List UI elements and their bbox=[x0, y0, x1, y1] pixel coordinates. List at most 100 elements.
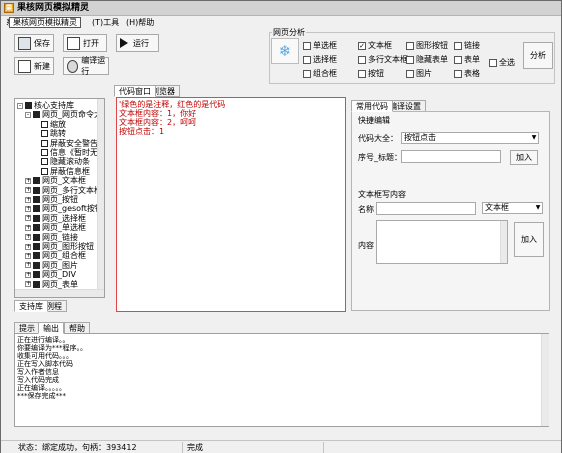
collapse-icon[interactable]: - bbox=[17, 102, 23, 109]
checkbox-box[interactable] bbox=[454, 56, 462, 64]
support-library-tree[interactable]: - 核心支持库 - 网页_网页命令大全 缩放 跳转 屏蔽安全警告 信息《暂时无用 隐藏滚动条 屏蔽… bbox=[14, 98, 105, 298]
tree-item[interactable]: + 网页_选择框 bbox=[25, 214, 86, 223]
menu-popup-title[interactable]: 果核网页模拟精灵 bbox=[9, 17, 81, 28]
tree-item[interactable]: 跳转 bbox=[33, 129, 66, 138]
menu-help[interactable]: (H)帮助 bbox=[123, 17, 157, 28]
tree-item-label: 核心支持库 bbox=[34, 101, 74, 110]
checkbox-box[interactable] bbox=[406, 56, 414, 64]
index-title-input[interactable] bbox=[401, 150, 501, 163]
checkbox-select[interactable]: 选择框 bbox=[303, 55, 337, 65]
node-icon bbox=[41, 130, 48, 138]
content-scrollbar[interactable] bbox=[500, 221, 507, 263]
tree-item-label: 网页_选择框 bbox=[42, 213, 86, 223]
add-button[interactable]: 加入 bbox=[510, 150, 538, 165]
tab-output[interactable]: 输出 bbox=[38, 322, 64, 334]
expand-icon[interactable]: + bbox=[25, 187, 31, 194]
expand-icon[interactable]: + bbox=[25, 252, 31, 259]
run-button[interactable]: 运行 bbox=[116, 34, 159, 52]
tree-item[interactable]: + 网页_多行文本框 bbox=[25, 186, 102, 195]
tree-item[interactable]: + 网页_图形按钮 bbox=[25, 242, 94, 251]
tree-vertical-scrollbar[interactable] bbox=[97, 99, 104, 289]
tree-item[interactable]: + 网页_表单 bbox=[25, 280, 78, 289]
capture-button[interactable]: ❄ bbox=[271, 38, 299, 64]
tree-item[interactable]: 缩放 bbox=[33, 120, 66, 129]
expand-icon[interactable]: + bbox=[25, 262, 31, 269]
checkbox-box[interactable] bbox=[358, 70, 366, 78]
tree-item[interactable]: + 网页_单选框 bbox=[25, 223, 86, 232]
run-label: 运行 bbox=[133, 38, 149, 48]
compile-run-button[interactable]: 编译运行 bbox=[63, 56, 109, 76]
checkbox-box[interactable]: ✓ bbox=[358, 42, 366, 50]
expand-icon[interactable]: + bbox=[25, 196, 31, 203]
tree-item[interactable]: + 网页_链接 bbox=[25, 233, 78, 242]
checkbox-image[interactable]: 图片 bbox=[406, 69, 432, 79]
checkbox-combo[interactable]: 组合框 bbox=[303, 69, 337, 79]
checkbox-radio[interactable]: 单选框 bbox=[303, 41, 337, 51]
save-button[interactable]: 保存 bbox=[14, 34, 54, 52]
chevron-down-icon: ▼ bbox=[535, 204, 541, 211]
checkbox-box[interactable] bbox=[454, 42, 462, 50]
checkbox-select-all[interactable]: 全选 bbox=[489, 58, 515, 68]
code-editor[interactable]: '绿色的是注释，红色的是代码 文本框内容：1，你好 文本框内容：2，呵呵 按钮点… bbox=[116, 97, 346, 312]
checkbox-image-button[interactable]: 图形按钮 bbox=[406, 41, 448, 51]
checkbox-button[interactable]: 按钮 bbox=[358, 69, 384, 79]
tree-item[interactable]: + 网页_按钮 bbox=[25, 195, 78, 204]
tree-item[interactable]: + 网页_文本框 bbox=[25, 176, 86, 185]
checkbox-box[interactable] bbox=[406, 70, 414, 78]
checkbox-form[interactable]: 表单 bbox=[454, 55, 480, 65]
node-icon bbox=[33, 261, 40, 269]
tree-item[interactable]: + 网页_图片 bbox=[25, 261, 78, 270]
new-button[interactable]: 新建 bbox=[14, 57, 54, 75]
checkbox-box[interactable] bbox=[303, 42, 311, 50]
tree-horizontal-scrollbar[interactable] bbox=[15, 289, 104, 297]
tab-support-library[interactable]: 支持库 bbox=[14, 300, 48, 312]
output-log[interactable]: 正在进行编译。。 你要编译为***程序。。 收集可用代码。。。 正在写入脚本代码… bbox=[14, 333, 549, 427]
tree-item[interactable]: + 网页_组合框 bbox=[25, 251, 86, 260]
output-line: 你要编译为***程序。。 bbox=[17, 344, 87, 352]
collapse-icon[interactable]: - bbox=[25, 111, 31, 118]
checkbox-multiline[interactable]: 多行文本框 bbox=[358, 55, 408, 65]
expand-icon[interactable]: + bbox=[25, 205, 31, 212]
tree-item[interactable]: 屏蔽信息框 bbox=[33, 167, 90, 176]
expand-icon[interactable]: + bbox=[25, 177, 31, 184]
checkbox-box[interactable] bbox=[358, 56, 366, 64]
tree-item-label: 网页_DIV bbox=[42, 270, 76, 280]
compile-icon bbox=[67, 59, 79, 73]
checkbox-box[interactable] bbox=[303, 70, 311, 78]
element-type-select[interactable]: 文本框 ▼ bbox=[482, 202, 543, 214]
open-button[interactable]: 打开 bbox=[63, 34, 107, 52]
checkbox-hidden-form[interactable]: 隐藏表单 bbox=[406, 55, 448, 65]
checkbox-box[interactable] bbox=[454, 70, 462, 78]
analyze-button[interactable]: 分析 bbox=[523, 42, 553, 69]
expand-icon[interactable]: + bbox=[25, 271, 31, 278]
expand-icon[interactable]: + bbox=[25, 215, 31, 222]
tree-item[interactable]: - 核心支持库 bbox=[17, 101, 74, 110]
node-icon bbox=[41, 120, 48, 128]
checkbox-label: 图片 bbox=[416, 69, 432, 78]
expand-icon[interactable]: + bbox=[25, 234, 31, 241]
expand-icon[interactable]: + bbox=[25, 224, 31, 231]
tree-item[interactable]: 信息《暂时无用 bbox=[33, 148, 104, 157]
code-library-select[interactable]: 按钮点击 ▼ bbox=[401, 132, 539, 144]
name-input[interactable] bbox=[376, 202, 476, 215]
content-textarea[interactable] bbox=[376, 220, 508, 264]
checkbox-box[interactable] bbox=[406, 42, 414, 50]
menu-tools[interactable]: (T)工具 bbox=[89, 17, 122, 28]
checkbox-box[interactable] bbox=[489, 59, 497, 67]
checkbox-textbox[interactable]: ✓ 文本框 bbox=[358, 41, 392, 51]
window-title: 果核网页模拟精灵 bbox=[17, 3, 90, 13]
tab-code-window[interactable]: 代码窗口 bbox=[114, 85, 156, 97]
expand-icon[interactable]: + bbox=[25, 281, 31, 288]
add-content-button[interactable]: 加入 bbox=[514, 222, 544, 257]
tree-item[interactable]: 隐藏滚动条 bbox=[33, 157, 90, 166]
tree-item[interactable]: + 网页_DIV bbox=[25, 270, 76, 279]
tree-item[interactable]: 屏蔽安全警告 bbox=[33, 139, 98, 148]
tab-common-code[interactable]: 常用代码 bbox=[351, 100, 393, 112]
expand-icon[interactable]: + bbox=[25, 243, 31, 250]
checkbox-table[interactable]: 表格 bbox=[454, 69, 480, 79]
tree-item[interactable]: - 网页_网页命令大全 bbox=[25, 110, 104, 119]
checkbox-box[interactable] bbox=[303, 56, 311, 64]
tree-item[interactable]: + 网页_gesoft按钮 bbox=[25, 204, 103, 213]
output-scrollbar[interactable] bbox=[541, 334, 549, 426]
checkbox-link[interactable]: 链接 bbox=[454, 41, 480, 51]
